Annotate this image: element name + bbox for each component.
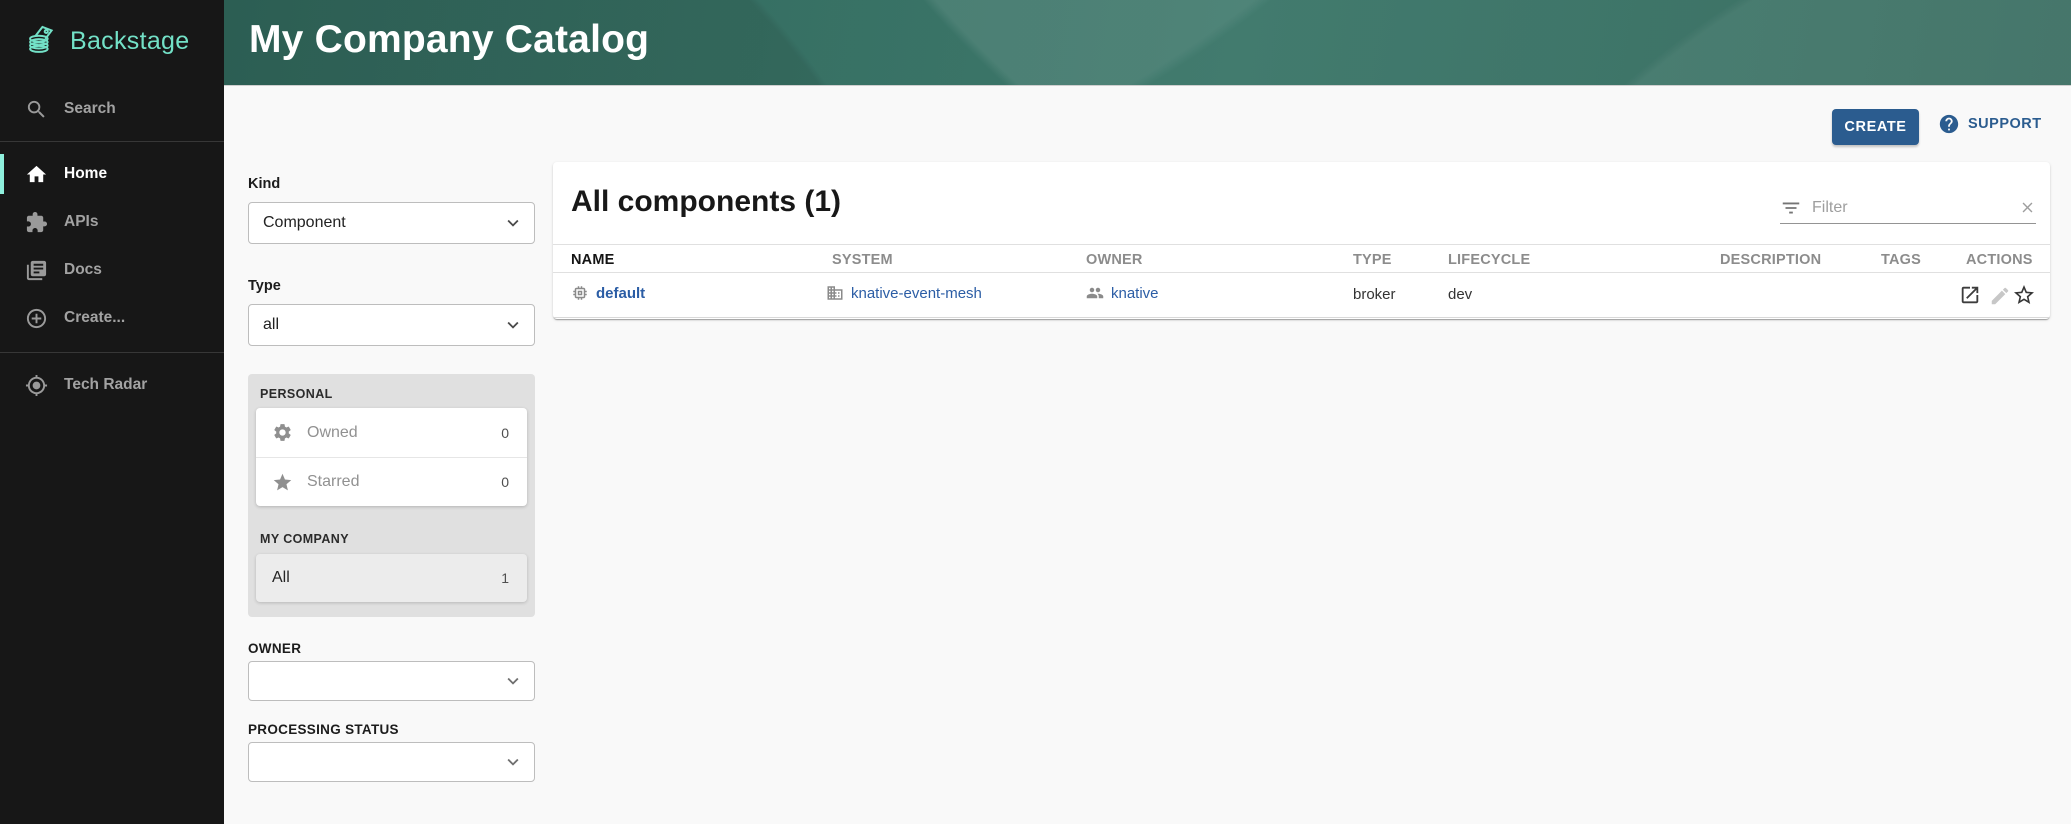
- search-icon: [25, 98, 48, 121]
- kind-filter-label: Kind: [248, 176, 280, 192]
- sidebar-item-apis[interactable]: APIs: [0, 198, 224, 246]
- backstage-logo-icon: [24, 22, 58, 61]
- entity-name-link[interactable]: default: [571, 284, 645, 302]
- chevron-down-icon: [502, 212, 524, 234]
- sidebar-item-tech-radar[interactable]: Tech Radar: [0, 361, 224, 409]
- edit-pencil-icon: [1989, 285, 2011, 307]
- group-icon: [1086, 284, 1104, 302]
- type-select[interactable]: all: [248, 304, 535, 346]
- star-toggle-button[interactable]: [2012, 283, 2036, 312]
- sidebar-item-label: Docs: [64, 261, 102, 279]
- sidebar-divider: [0, 141, 224, 142]
- star-outline-icon: [2012, 283, 2036, 307]
- plus-circle-icon: [25, 307, 48, 330]
- type-filter-label: Type: [248, 278, 281, 294]
- gear-icon: [272, 422, 293, 443]
- column-header-type[interactable]: TYPE: [1353, 252, 1392, 268]
- sidebar-item-label: Search: [64, 100, 116, 118]
- table-header-row: NAME SYSTEM OWNER TYPE LIFECYCLE DESCRIP…: [553, 244, 2050, 273]
- sidebar-item-home[interactable]: Home: [0, 150, 224, 198]
- app-root: Backstage Search Home APIs Docs Create..…: [0, 0, 2071, 824]
- column-header-owner[interactable]: OWNER: [1086, 252, 1143, 268]
- backstage-logo-text: Backstage: [70, 27, 189, 56]
- open-in-new-button[interactable]: [1959, 284, 1981, 311]
- component-chip-icon: [571, 284, 589, 302]
- create-button[interactable]: CREATE: [1832, 109, 1919, 145]
- processing-status-filter-label: PROCESSING STATUS: [248, 722, 399, 737]
- chevron-down-icon: [502, 751, 524, 773]
- system-link[interactable]: knative-event-mesh: [826, 284, 982, 302]
- building-icon: [826, 284, 844, 302]
- kind-select-value: Component: [263, 214, 346, 232]
- all-filter-label: All: [272, 569, 501, 587]
- kind-select[interactable]: Component: [248, 202, 535, 244]
- entity-picker-card: PERSONAL Owned 0 Starred 0 MY COMPANY Al…: [248, 374, 535, 617]
- column-header-name[interactable]: NAME: [571, 252, 615, 268]
- sidebar-item-label: APIs: [64, 213, 98, 231]
- star-icon: [272, 472, 293, 493]
- owner-link[interactable]: knative: [1086, 284, 1159, 302]
- filter-list-icon: [1780, 197, 1802, 219]
- sidebar-item-search[interactable]: Search: [0, 85, 224, 133]
- backstage-logo[interactable]: Backstage: [0, 0, 224, 79]
- page-title: My Company Catalog: [249, 18, 649, 62]
- sidebar-divider: [0, 352, 224, 353]
- sidebar-item-docs[interactable]: Docs: [0, 246, 224, 294]
- sidebar-item-label: Create...: [64, 309, 125, 327]
- type-cell: broker: [1353, 286, 1396, 303]
- components-table-card: All components (1) NAME SYSTEM OWNER TYP…: [553, 162, 2050, 319]
- starred-filter-item[interactable]: Starred 0: [256, 457, 527, 506]
- system-link-text: knative-event-mesh: [851, 285, 982, 302]
- my-company-section-label: MY COMPANY: [260, 532, 349, 546]
- docs-icon: [25, 259, 48, 282]
- support-label: SUPPORT: [1968, 116, 2042, 132]
- processing-status-select[interactable]: [248, 742, 535, 782]
- support-button[interactable]: SUPPORT: [1938, 113, 2042, 135]
- open-in-new-icon: [1959, 284, 1981, 306]
- table-row: default knative-event-mesh knative broke…: [553, 273, 2050, 318]
- owner-filter-label: OWNER: [248, 641, 301, 656]
- page-header: My Company Catalog: [224, 0, 2071, 86]
- sidebar: Backstage Search Home APIs Docs Create..…: [0, 0, 224, 824]
- puzzle-icon: [25, 211, 48, 234]
- owned-filter-item[interactable]: Owned 0: [256, 408, 527, 457]
- clear-filter-icon[interactable]: [2019, 198, 2036, 217]
- chevron-down-icon: [502, 314, 524, 336]
- entity-name-text: default: [596, 285, 645, 302]
- column-header-lifecycle[interactable]: LIFECYCLE: [1448, 252, 1530, 268]
- owner-select[interactable]: [248, 661, 535, 701]
- column-header-actions: ACTIONS: [1966, 252, 2033, 268]
- table-filter: [1780, 192, 2036, 224]
- personal-picker-group: Owned 0 Starred 0: [256, 408, 527, 506]
- column-header-tags[interactable]: TAGS: [1881, 252, 1921, 268]
- lifecycle-cell: dev: [1448, 286, 1472, 303]
- owned-count: 0: [501, 425, 509, 441]
- table-title: All components (1): [571, 185, 841, 219]
- sidebar-item-create[interactable]: Create...: [0, 294, 224, 342]
- sidebar-item-label: Home: [64, 165, 107, 183]
- chevron-down-icon: [502, 670, 524, 692]
- starred-filter-label: Starred: [307, 473, 487, 491]
- personal-section-label: PERSONAL: [260, 387, 333, 401]
- owner-link-text: knative: [1111, 285, 1159, 302]
- starred-count: 0: [501, 474, 509, 490]
- type-select-value: all: [263, 316, 279, 334]
- sidebar-item-label: Tech Radar: [64, 376, 147, 394]
- owned-filter-label: Owned: [307, 424, 487, 442]
- help-icon: [1938, 113, 1960, 135]
- all-filter-item[interactable]: All 1: [256, 554, 527, 602]
- edit-button[interactable]: [1989, 285, 2011, 312]
- table-filter-input[interactable]: [1812, 199, 2019, 217]
- column-header-system[interactable]: SYSTEM: [832, 252, 893, 268]
- all-count: 1: [501, 570, 509, 586]
- home-icon: [25, 163, 48, 186]
- column-header-description[interactable]: DESCRIPTION: [1720, 252, 1821, 268]
- radar-icon: [25, 374, 48, 397]
